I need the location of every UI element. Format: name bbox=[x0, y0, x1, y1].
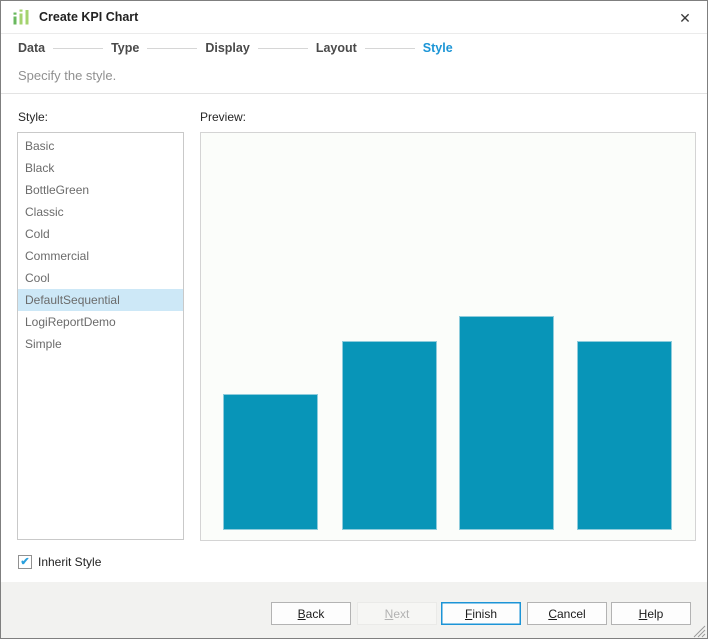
inherit-style-checkbox[interactable]: ✔ Inherit Style bbox=[18, 554, 101, 570]
resize-grip[interactable] bbox=[693, 625, 706, 638]
window-title: Create KPI Chart bbox=[39, 10, 138, 24]
back-button[interactable]: Back bbox=[271, 602, 351, 625]
list-item[interactable]: Cold bbox=[18, 223, 183, 245]
finish-button[interactable]: Finish bbox=[441, 602, 521, 625]
step-layout[interactable]: Layout bbox=[316, 41, 357, 55]
checkmark-icon: ✔ bbox=[20, 557, 29, 568]
help-button[interactable]: Help bbox=[611, 602, 691, 625]
list-item[interactable]: DefaultSequential bbox=[18, 289, 183, 311]
list-item[interactable]: BottleGreen bbox=[18, 179, 183, 201]
step-type[interactable]: Type bbox=[111, 41, 139, 55]
create-kpi-chart-dialog: Create KPI Chart ✕ Data Type Display Lay… bbox=[0, 0, 708, 639]
footer-button-bar: Back Next Finish Cancel Help bbox=[1, 582, 707, 639]
style-list-label: Style: bbox=[18, 110, 48, 124]
checkbox-box[interactable]: ✔ bbox=[18, 555, 32, 569]
preview-bar bbox=[223, 394, 318, 530]
list-item[interactable]: Commercial bbox=[18, 245, 183, 267]
preview-bar bbox=[577, 341, 672, 530]
list-item[interactable]: Classic bbox=[18, 201, 183, 223]
preview-chart-panel bbox=[200, 132, 696, 541]
list-item[interactable]: Simple bbox=[18, 333, 183, 355]
inherit-style-label: Inherit Style bbox=[38, 555, 101, 569]
kpi-chart-icon bbox=[11, 7, 31, 27]
step-style[interactable]: Style bbox=[423, 41, 453, 55]
step-display[interactable]: Display bbox=[205, 41, 249, 55]
step-connector bbox=[53, 48, 103, 49]
list-item[interactable]: Black bbox=[18, 157, 183, 179]
preview-bar bbox=[342, 341, 437, 530]
next-button[interactable]: Next bbox=[357, 602, 437, 625]
preview-label: Preview: bbox=[200, 110, 246, 124]
subtitle-row: Specify the style. bbox=[1, 62, 707, 94]
list-item[interactable]: Basic bbox=[18, 135, 183, 157]
cancel-button[interactable]: Cancel bbox=[527, 602, 607, 625]
list-item[interactable]: LogiReportDemo bbox=[18, 311, 183, 333]
list-item[interactable]: Cool bbox=[18, 267, 183, 289]
title-bar: Create KPI Chart ✕ bbox=[1, 1, 707, 34]
close-icon[interactable]: ✕ bbox=[675, 8, 695, 28]
step-connector bbox=[258, 48, 308, 49]
page-subtitle: Specify the style. bbox=[18, 68, 116, 83]
style-listbox: Basic Black BottleGreen Classic Cold Com… bbox=[17, 132, 184, 540]
step-connector bbox=[147, 48, 197, 49]
preview-bar bbox=[459, 316, 554, 530]
wizard-step-bar: Data Type Display Layout Style bbox=[1, 34, 707, 62]
step-data[interactable]: Data bbox=[18, 41, 45, 55]
step-connector bbox=[365, 48, 415, 49]
